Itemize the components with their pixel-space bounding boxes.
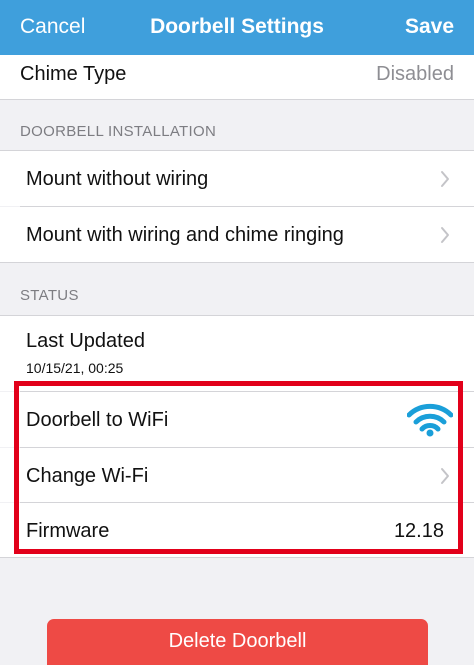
chime-type-value: Disabled <box>376 63 454 85</box>
section-header-installation: DOORBELL INSTALLATION <box>20 123 217 140</box>
last-updated-label: Last Updated <box>26 330 145 352</box>
chevron-right-icon <box>441 468 449 484</box>
mount-with-wiring-label: Mount with wiring and chime ringing <box>26 224 344 246</box>
firmware-label: Firmware <box>26 520 110 542</box>
doorbell-wifi-label: Doorbell to WiFi <box>26 409 169 431</box>
wifi-signal-icon <box>407 403 453 437</box>
firmware-value: 12.18 <box>393 520 444 542</box>
firmware-row: Firmware 12.18 <box>0 503 474 557</box>
change-wifi-label: Change Wi-Fi <box>26 465 149 487</box>
save-button[interactable]: Save <box>405 15 454 39</box>
divider <box>0 99 474 100</box>
chime-type-label: Chime Type <box>20 63 127 85</box>
change-wifi-row[interactable]: Change Wi-Fi <box>0 448 474 502</box>
delete-doorbell-button[interactable]: Delete Doorbell <box>47 619 428 665</box>
chevron-right-icon <box>441 227 449 243</box>
mount-without-wiring-label: Mount without wiring <box>26 168 209 190</box>
divider <box>0 262 474 263</box>
last-updated-row: Last Updated 10/15/21, 00:25 <box>0 316 474 391</box>
chevron-right-icon <box>441 171 449 187</box>
chime-type-row[interactable]: Chime Type Disabled <box>0 55 474 99</box>
section-header-status: STATUS <box>20 287 79 304</box>
divider <box>0 557 474 558</box>
mount-without-wiring-row[interactable]: Mount without wiring <box>0 151 474 206</box>
mount-with-wiring-row[interactable]: Mount with wiring and chime ringing <box>0 207 474 262</box>
navigation-bar: Cancel Doorbell Settings Save <box>0 0 474 55</box>
doorbell-wifi-row: Doorbell to WiFi <box>0 392 474 447</box>
cancel-button[interactable]: Cancel <box>20 15 85 39</box>
last-updated-value: 10/15/21, 00:25 <box>26 360 124 376</box>
